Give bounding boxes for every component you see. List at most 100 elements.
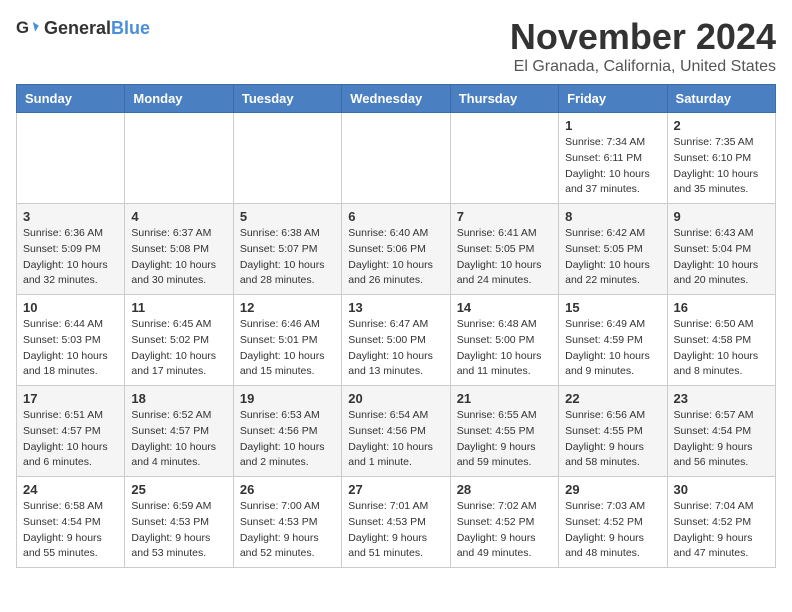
day-info: Sunrise: 6:44 AM Sunset: 5:03 PM Dayligh… [23, 317, 118, 380]
day-number: 6 [348, 209, 443, 224]
day-number: 8 [565, 209, 660, 224]
day-number: 10 [23, 300, 118, 315]
day-info: Sunrise: 7:02 AM Sunset: 4:52 PM Dayligh… [457, 499, 552, 562]
calendar-week-row: 24 Sunrise: 6:58 AM Sunset: 4:54 PM Dayli… [17, 477, 776, 568]
day-info: Sunrise: 6:45 AM Sunset: 5:02 PM Dayligh… [131, 317, 226, 380]
day-info: Sunrise: 6:37 AM Sunset: 5:08 PM Dayligh… [131, 226, 226, 289]
calendar-cell [233, 113, 341, 204]
day-number: 4 [131, 209, 226, 224]
day-info: Sunrise: 6:43 AM Sunset: 5:04 PM Dayligh… [674, 226, 769, 289]
calendar-cell: 22Sunrise: 6:56 AM Sunset: 4:55 PM Dayli… [559, 386, 667, 477]
day-number: 15 [565, 300, 660, 315]
page-header: G GeneralBlue November 2024 El Granada, … [16, 16, 776, 76]
day-of-week-header: Monday [125, 85, 233, 113]
calendar-week-row: 1Sunrise: 7:34 AM Sunset: 6:11 PM Daylig… [17, 113, 776, 204]
day-info: Sunrise: 6:48 AM Sunset: 5:00 PM Dayligh… [457, 317, 552, 380]
calendar-cell: 15 Sunrise: 6:49 AM Sunset: 4:59 PM Dayli… [559, 295, 667, 386]
calendar-week-row: 3 Sunrise: 6:36 AM Sunset: 5:09 PM Daylig… [17, 204, 776, 295]
day-info: Sunrise: 6:54 AM Sunset: 4:56 PM Dayligh… [348, 408, 443, 471]
calendar-cell: 18 Sunrise: 6:52 AM Sunset: 4:57 PM Dayli… [125, 386, 233, 477]
calendar-cell: 19 Sunrise: 6:53 AM Sunset: 4:56 PM Dayli… [233, 386, 341, 477]
day-number: 26 [240, 482, 335, 497]
day-info: Sunrise: 6:56 AM Sunset: 4:55 PM Dayligh… [565, 408, 660, 471]
calendar-cell: 9 Sunrise: 6:43 AM Sunset: 5:04 PM Daylig… [667, 204, 775, 295]
day-number: 25 [131, 482, 226, 497]
day-info: Sunrise: 6:42 AM Sunset: 5:05 PM Dayligh… [565, 226, 660, 289]
calendar-cell: 2 Sunrise: 7:35 AM Sunset: 6:10 PM Daylig… [667, 113, 775, 204]
day-info: Sunrise: 7:35 AM Sunset: 6:10 PM Dayligh… [674, 135, 769, 198]
calendar-cell: 11Sunrise: 6:45 AM Sunset: 5:02 PM Dayli… [125, 295, 233, 386]
day-info: Sunrise: 7:01 AM Sunset: 4:53 PM Dayligh… [348, 499, 443, 562]
day-info: Sunrise: 6:36 AM Sunset: 5:09 PM Dayligh… [23, 226, 118, 289]
calendar-cell [17, 113, 125, 204]
day-number: 12 [240, 300, 335, 315]
day-number: 5 [240, 209, 335, 224]
day-info: Sunrise: 6:57 AM Sunset: 4:54 PM Dayligh… [674, 408, 769, 471]
calendar-cell: 25 Sunrise: 6:59 AM Sunset: 4:53 PM Dayli… [125, 477, 233, 568]
calendar-cell [450, 113, 558, 204]
calendar-cell: 6 Sunrise: 6:40 AM Sunset: 5:06 PM Daylig… [342, 204, 450, 295]
day-info: Sunrise: 6:46 AM Sunset: 5:01 PM Dayligh… [240, 317, 335, 380]
calendar-cell: 24 Sunrise: 6:58 AM Sunset: 4:54 PM Dayli… [17, 477, 125, 568]
day-info: Sunrise: 6:53 AM Sunset: 4:56 PM Dayligh… [240, 408, 335, 471]
day-of-week-header: Wednesday [342, 85, 450, 113]
day-number: 24 [23, 482, 118, 497]
day-number: 29 [565, 482, 660, 497]
calendar-cell: 7 Sunrise: 6:41 AM Sunset: 5:05 PM Daylig… [450, 204, 558, 295]
day-info: Sunrise: 6:59 AM Sunset: 4:53 PM Dayligh… [131, 499, 226, 562]
logo-general: General [44, 18, 111, 38]
day-number: 28 [457, 482, 552, 497]
day-of-week-header: Saturday [667, 85, 775, 113]
location-title: El Granada, California, United States [510, 58, 776, 76]
day-number: 3 [23, 209, 118, 224]
calendar-cell: 3 Sunrise: 6:36 AM Sunset: 5:09 PM Daylig… [17, 204, 125, 295]
calendar-cell [125, 113, 233, 204]
logo: G GeneralBlue [16, 16, 150, 40]
day-info: Sunrise: 6:55 AM Sunset: 4:55 PM Dayligh… [457, 408, 552, 471]
day-info: Sunrise: 6:50 AM Sunset: 4:58 PM Dayligh… [674, 317, 769, 380]
calendar-cell: 23 Sunrise: 6:57 AM Sunset: 4:54 PM Dayli… [667, 386, 775, 477]
day-number: 23 [674, 391, 769, 406]
day-number: 14 [457, 300, 552, 315]
day-number: 18 [131, 391, 226, 406]
day-info: Sunrise: 6:47 AM Sunset: 5:00 PM Dayligh… [348, 317, 443, 380]
calendar-cell: 20 Sunrise: 6:54 AM Sunset: 4:56 PM Dayli… [342, 386, 450, 477]
calendar-cell: 16 Sunrise: 6:50 AM Sunset: 4:58 PM Dayli… [667, 295, 775, 386]
day-number: 19 [240, 391, 335, 406]
svg-text:G: G [16, 18, 29, 37]
day-number: 20 [348, 391, 443, 406]
calendar-week-row: 10 Sunrise: 6:44 AM Sunset: 5:03 PM Dayli… [17, 295, 776, 386]
day-number: 21 [457, 391, 552, 406]
day-info: Sunrise: 7:04 AM Sunset: 4:52 PM Dayligh… [674, 499, 769, 562]
calendar-cell: 29 Sunrise: 7:03 AM Sunset: 4:52 PM Dayli… [559, 477, 667, 568]
day-number: 30 [674, 482, 769, 497]
day-number: 2 [674, 118, 769, 133]
day-number: 16 [674, 300, 769, 315]
day-of-week-header: Thursday [450, 85, 558, 113]
calendar-cell: 5 Sunrise: 6:38 AM Sunset: 5:07 PM Daylig… [233, 204, 341, 295]
day-info: Sunrise: 6:49 AM Sunset: 4:59 PM Dayligh… [565, 317, 660, 380]
day-number: 1 [565, 118, 660, 133]
day-of-week-header: Tuesday [233, 85, 341, 113]
day-info: Sunrise: 6:58 AM Sunset: 4:54 PM Dayligh… [23, 499, 118, 562]
logo-blue: Blue [111, 18, 150, 38]
day-number: 7 [457, 209, 552, 224]
month-title: November 2024 [510, 16, 776, 58]
calendar-cell: 27Sunrise: 7:01 AM Sunset: 4:53 PM Dayli… [342, 477, 450, 568]
day-number: 17 [23, 391, 118, 406]
day-of-week-header: Sunday [17, 85, 125, 113]
day-info: Sunrise: 6:52 AM Sunset: 4:57 PM Dayligh… [131, 408, 226, 471]
calendar-cell: 14 Sunrise: 6:48 AM Sunset: 5:00 PM Dayli… [450, 295, 558, 386]
day-info: Sunrise: 6:40 AM Sunset: 5:06 PM Dayligh… [348, 226, 443, 289]
calendar-table: SundayMondayTuesdayWednesdayThursdayFrid… [16, 84, 776, 568]
day-info: Sunrise: 7:00 AM Sunset: 4:53 PM Dayligh… [240, 499, 335, 562]
day-info: Sunrise: 7:03 AM Sunset: 4:52 PM Dayligh… [565, 499, 660, 562]
day-info: Sunrise: 6:41 AM Sunset: 5:05 PM Dayligh… [457, 226, 552, 289]
calendar-cell: 21 Sunrise: 6:55 AM Sunset: 4:55 PM Dayli… [450, 386, 558, 477]
calendar-cell: 4 Sunrise: 6:37 AM Sunset: 5:08 PM Daylig… [125, 204, 233, 295]
calendar-cell: 10 Sunrise: 6:44 AM Sunset: 5:03 PM Dayli… [17, 295, 125, 386]
calendar-cell: 1Sunrise: 7:34 AM Sunset: 6:11 PM Daylig… [559, 113, 667, 204]
day-number: 13 [348, 300, 443, 315]
day-number: 9 [674, 209, 769, 224]
day-info: Sunrise: 6:38 AM Sunset: 5:07 PM Dayligh… [240, 226, 335, 289]
